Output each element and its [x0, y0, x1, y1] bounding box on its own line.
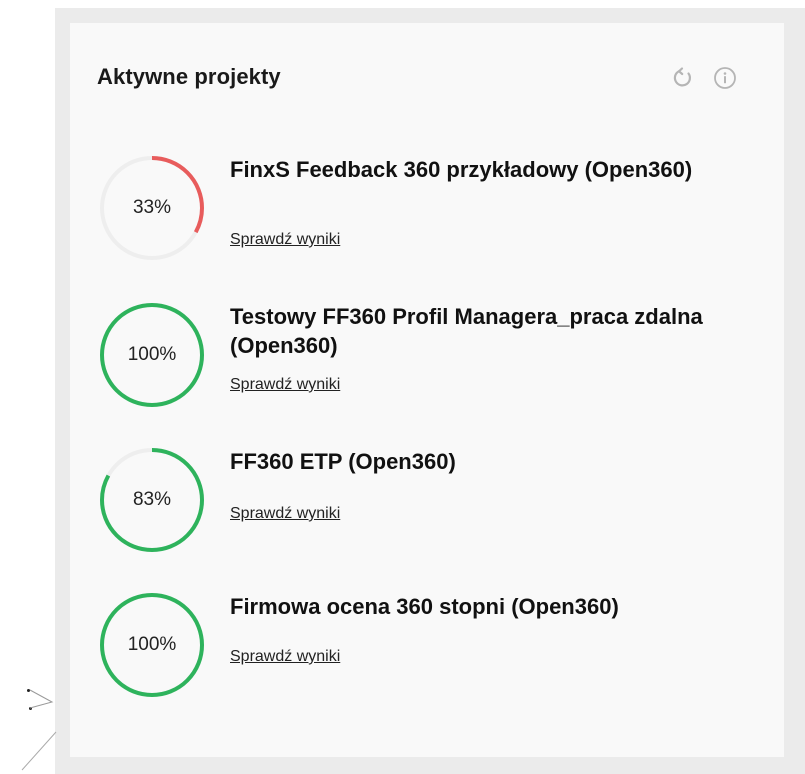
progress-ring: 33% [97, 153, 207, 263]
project-item: 100% Testowy FF360 Profil Managera_praca… [97, 300, 777, 410]
check-results-link[interactable]: Sprawdź wyniki [230, 505, 340, 523]
project-title: Firmowa ocena 360 stopni (Open360) [230, 594, 619, 619]
active-projects-card: Aktywne projekty 33% FinxS Feedback 360 … [70, 23, 784, 757]
project-title: Testowy FF360 Profil Managera_praca zdal… [230, 304, 703, 358]
check-results-link[interactable]: Sprawdź wyniki [230, 648, 340, 666]
project-item: 83% FF360 ETP (Open360) Sprawdź wyniki [97, 445, 777, 555]
check-results-link[interactable]: Sprawdź wyniki [230, 231, 340, 249]
progress-percent: 100% [127, 344, 177, 365]
decoration-lines [21, 689, 57, 771]
progress-percent: 83% [132, 489, 172, 510]
project-title: FinxS Feedback 360 przykładowy (Open360) [230, 157, 693, 182]
progress-percent: 100% [127, 634, 177, 655]
progress-ring: 83% [97, 445, 207, 555]
progress-ring: 100% [97, 300, 207, 410]
project-item: 100% Firmowa ocena 360 stopni (Open360) … [97, 590, 777, 700]
project-item: 33% FinxS Feedback 360 przykładowy (Open… [97, 153, 777, 263]
refresh-icon[interactable] [668, 63, 698, 93]
info-icon[interactable] [710, 63, 740, 93]
card-title: Aktywne projekty [97, 64, 281, 89]
progress-ring: 100% [97, 590, 207, 700]
project-title: FF360 ETP (Open360) [230, 449, 456, 474]
check-results-link[interactable]: Sprawdź wyniki [230, 376, 340, 394]
progress-percent: 33% [132, 197, 172, 218]
